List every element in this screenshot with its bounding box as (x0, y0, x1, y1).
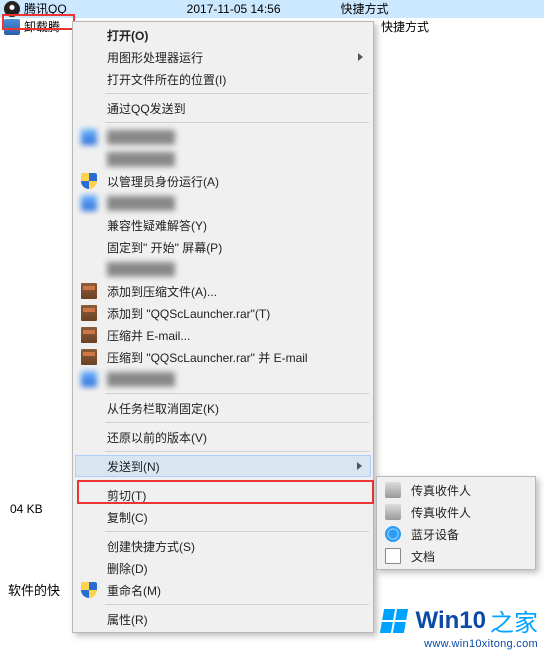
menu-run-admin[interactable]: 以管理员身份运行(A) (75, 170, 371, 192)
app-icon (81, 129, 97, 145)
brand-url: www.win10xitong.com (382, 638, 538, 650)
rar-icon (81, 305, 97, 321)
separator (105, 604, 369, 605)
menu-blurred-item[interactable]: ████████ (75, 192, 371, 214)
rar-icon (81, 327, 97, 343)
separator (105, 422, 369, 423)
bluetooth-icon (385, 526, 401, 542)
menu-add-archive[interactable]: 添加到压缩文件(A)... (75, 280, 371, 302)
submenu-fax2[interactable]: 传真收件人 (379, 501, 533, 523)
menu-add-rar[interactable]: 添加到 "QQScLauncher.rar"(T) (75, 302, 371, 324)
annotation-highlight-2 (77, 480, 374, 504)
separator (105, 531, 369, 532)
menu-qq-send[interactable]: 通过QQ发送到 (75, 97, 371, 119)
file-size: 04 KB (10, 502, 43, 516)
menu-open-location[interactable]: 打开文件所在的位置(I) (75, 68, 371, 90)
separator (105, 393, 369, 394)
watermark-logo: Win10之家 www.win10xitong.com (382, 603, 538, 650)
menu-zip-email[interactable]: 压缩并 E-mail... (75, 324, 371, 346)
brand-accent: 之家 (490, 603, 538, 638)
send-to-submenu[interactable]: 传真收件人 传真收件人 蓝牙设备 文档 (376, 476, 536, 570)
menu-unpin-taskbar[interactable]: 从任务栏取消固定(K) (75, 397, 371, 419)
windows-icon (379, 609, 407, 633)
menu-zip-rar-email[interactable]: 压缩到 "QQScLauncher.rar" 并 E-mail (75, 346, 371, 368)
menu-create-shortcut[interactable]: 创建快捷方式(S) (75, 535, 371, 557)
app-icon (81, 371, 97, 387)
separator (105, 93, 369, 94)
file-type: 快捷方式 (381, 18, 429, 36)
menu-send-to[interactable]: 发送到(N) (75, 455, 371, 477)
menu-copy[interactable]: 复制(C) (75, 506, 371, 528)
fax-icon (385, 482, 401, 498)
file-row-selected[interactable]: 腾讯QQ 2017-11-05 14:56 快捷方式 (0, 0, 544, 18)
submenu-docs[interactable]: 文档 (379, 545, 533, 567)
separator (105, 122, 369, 123)
brand-primary: Win10 (416, 607, 486, 635)
annotation-highlight-1 (2, 14, 75, 30)
menu-restore-versions[interactable]: 还原以前的版本(V) (75, 426, 371, 448)
fax-icon (385, 504, 401, 520)
menu-rename[interactable]: 重命名(M) (75, 579, 371, 601)
rar-icon (81, 349, 97, 365)
shield-icon (81, 173, 97, 189)
menu-properties[interactable]: 属性(R) (75, 608, 371, 630)
shield-icon (81, 582, 97, 598)
menu-pin-start[interactable]: 固定到" 开始" 屏幕(P) (75, 236, 371, 258)
menu-compat-trouble[interactable]: 兼容性疑难解答(Y) (75, 214, 371, 236)
file-date: 2017-11-05 14:56 (187, 0, 281, 18)
partial-text: 软件的快 (8, 580, 60, 599)
submenu-bluetooth[interactable]: 蓝牙设备 (379, 523, 533, 545)
separator (105, 451, 369, 452)
document-icon (385, 548, 401, 564)
context-menu[interactable]: 打开(O) 用图形处理器运行 打开文件所在的位置(I) 通过QQ发送到 ████… (72, 21, 374, 633)
menu-delete[interactable]: 删除(D) (75, 557, 371, 579)
submenu-fax1[interactable]: 传真收件人 (379, 479, 533, 501)
menu-blurred-item[interactable]: ████████ (75, 368, 371, 390)
rar-icon (81, 283, 97, 299)
chevron-right-icon (358, 53, 363, 61)
chevron-right-icon (357, 462, 362, 470)
menu-blurred-item[interactable]: ████████ (75, 258, 371, 280)
menu-blurred-item[interactable]: ████████ (75, 126, 371, 148)
menu-blurred-item[interactable]: ████████ (75, 148, 371, 170)
menu-gpu-run[interactable]: 用图形处理器运行 (75, 46, 371, 68)
file-type: 快捷方式 (341, 0, 389, 18)
menu-open[interactable]: 打开(O) (75, 24, 371, 46)
app-icon (81, 195, 97, 211)
